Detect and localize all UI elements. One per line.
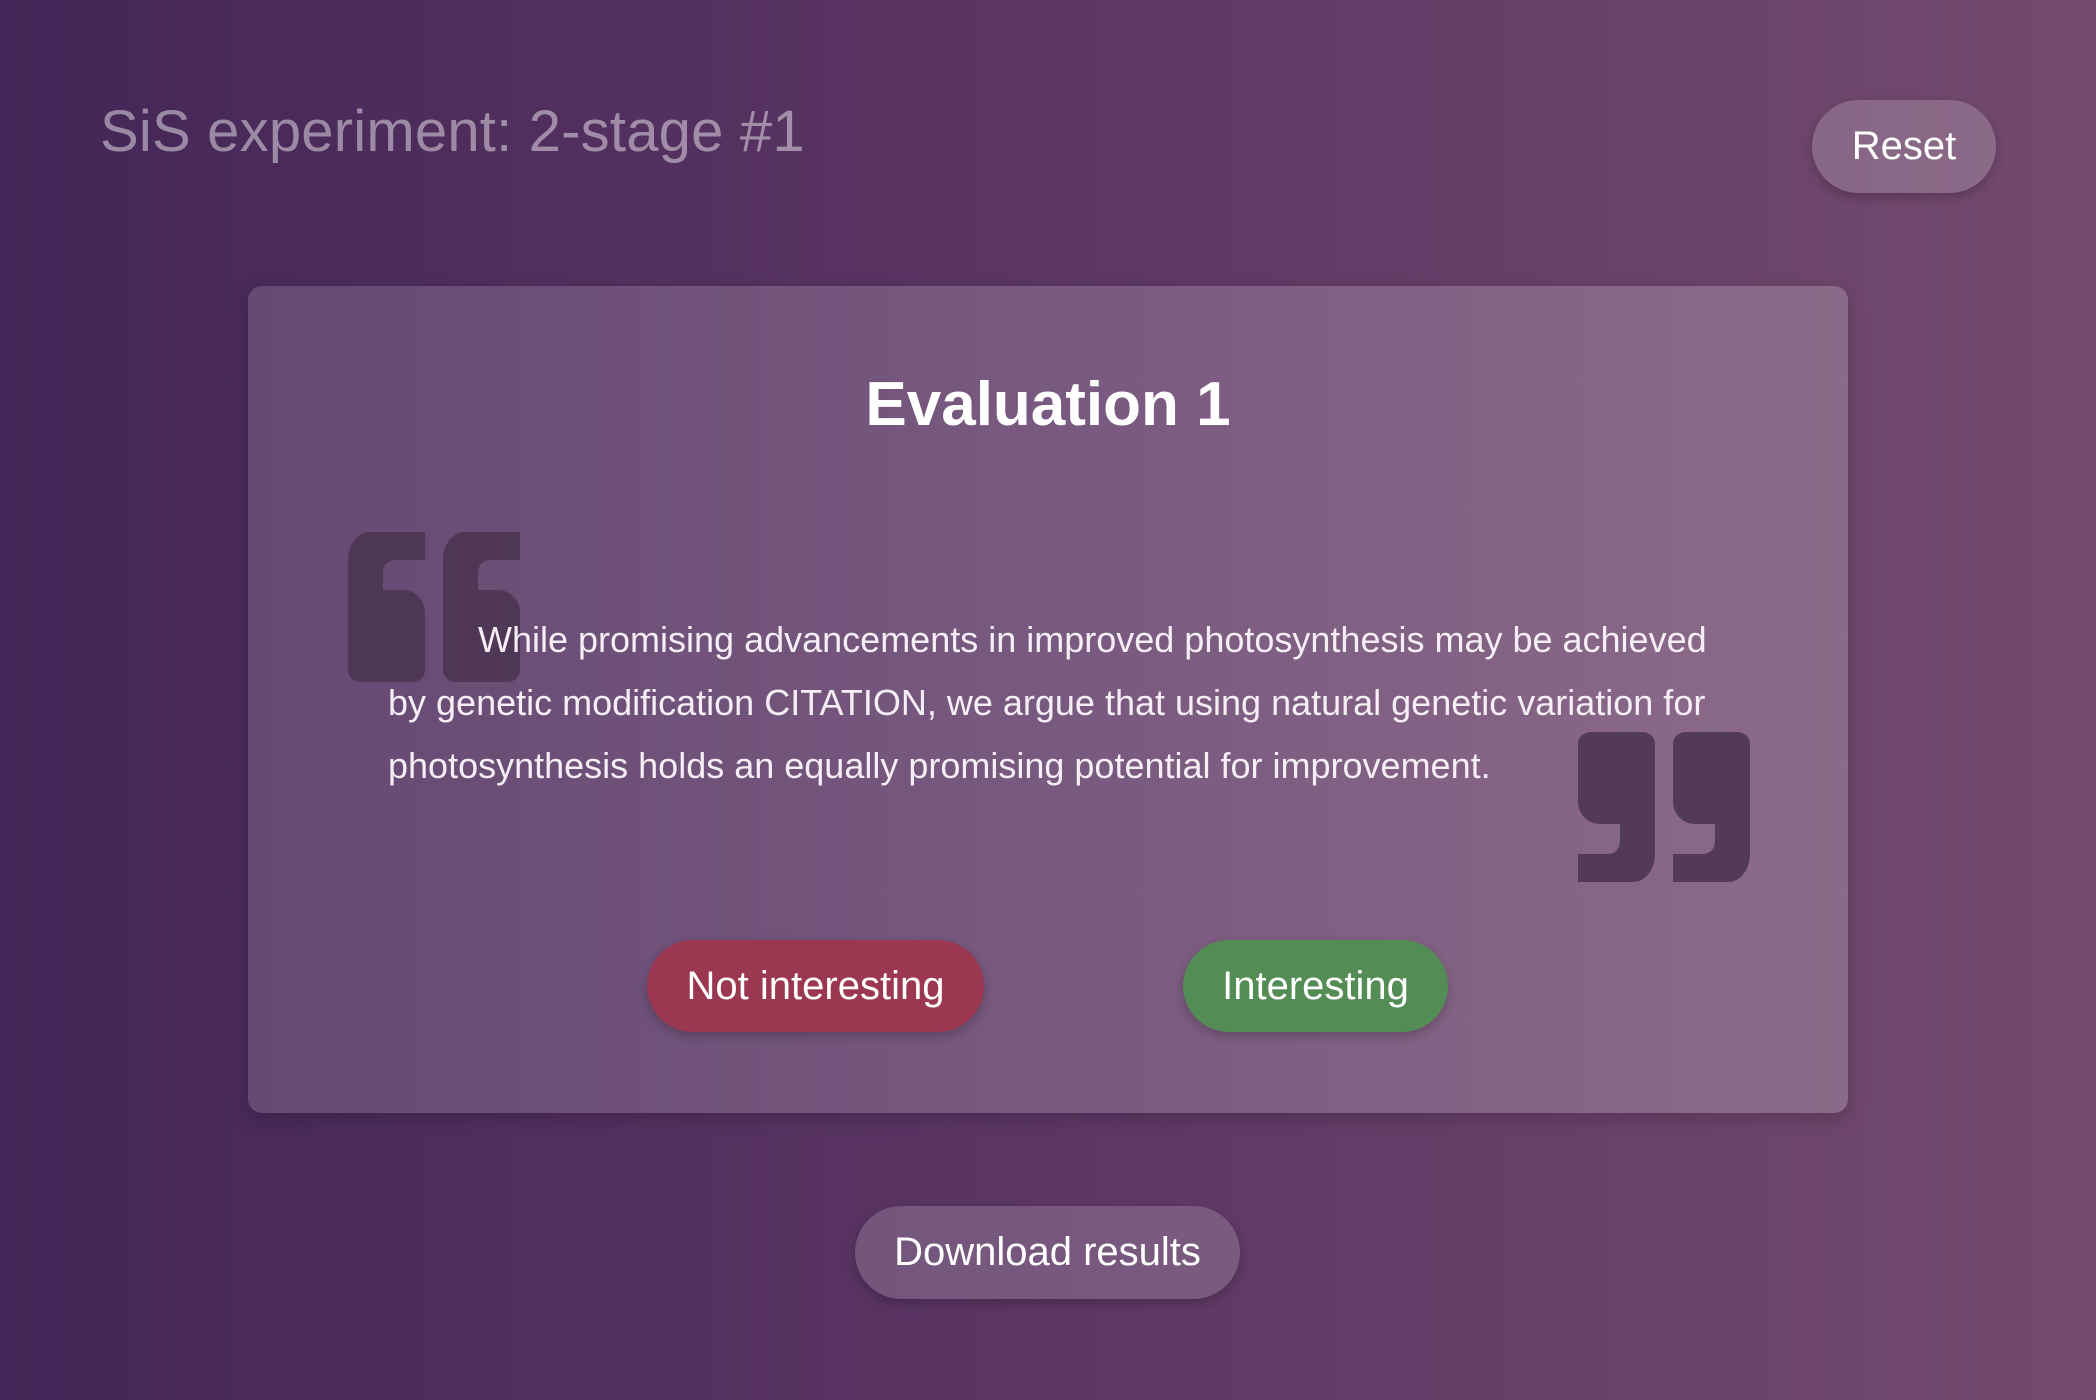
page-title: SiS experiment: 2-stage #1 <box>100 99 805 164</box>
not-interesting-button[interactable]: Not interesting <box>647 940 984 1032</box>
evaluation-title: Evaluation 1 <box>865 370 1231 439</box>
reset-button[interactable]: Reset <box>1812 100 1996 193</box>
download-results-button[interactable]: Download results <box>855 1206 1240 1299</box>
evaluation-card: Evaluation 1 While promising advancement… <box>248 286 1848 1113</box>
quote-text: While promising advancements in improved… <box>388 619 1707 786</box>
interesting-button[interactable]: Interesting <box>1183 940 1448 1032</box>
